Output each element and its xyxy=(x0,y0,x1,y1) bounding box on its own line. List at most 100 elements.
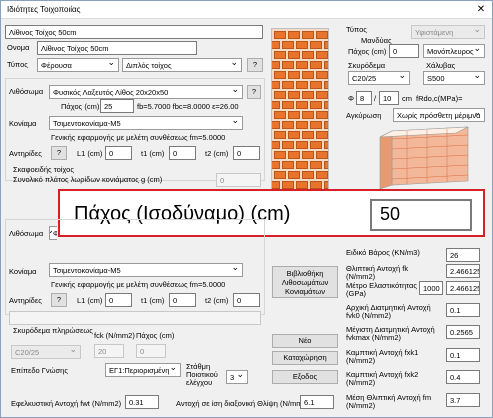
equivalent-thickness-value[interactable]: 50 xyxy=(370,199,472,231)
brick xyxy=(272,121,280,129)
L1-label-1: L1 (cm) xyxy=(77,149,103,158)
t2-label-1: t2 (cm) xyxy=(205,149,229,158)
brick xyxy=(310,41,322,49)
property-value[interactable]: 0.1 xyxy=(446,303,480,317)
mortar-select-2[interactable]: Τσιμεντοκονίαμα-M5 xyxy=(49,263,243,277)
fill-thick-input[interactable]: 0 xyxy=(136,344,166,358)
header-name-display: Λίθινος Τοίχος 50cm xyxy=(5,25,263,39)
control-select[interactable]: 3 xyxy=(226,370,248,384)
save-button[interactable]: Καταχώρηση xyxy=(272,351,338,365)
L1-input-1[interactable]: 0 xyxy=(105,146,132,160)
brick xyxy=(282,81,294,89)
brick xyxy=(288,131,300,139)
help-button-header[interactable]: ? xyxy=(247,58,263,72)
property-value[interactable]: 2.466125 xyxy=(446,264,480,278)
brick xyxy=(274,151,286,159)
brick xyxy=(324,81,328,89)
brick xyxy=(274,111,286,119)
brick xyxy=(274,171,286,179)
joints-input[interactable]: 0 xyxy=(216,173,261,187)
brick xyxy=(302,151,314,159)
antirides-label-1: Αντηρίδες xyxy=(9,149,42,158)
brick xyxy=(288,151,300,159)
brick xyxy=(272,141,280,149)
phi-input[interactable]: 8 xyxy=(356,91,372,105)
brick xyxy=(272,81,280,89)
steel-select[interactable]: S500 xyxy=(423,71,485,85)
brick xyxy=(274,91,286,99)
brick xyxy=(310,161,322,169)
rp-type-label: Τύπος xyxy=(346,25,367,34)
lithosoma-label-1: Λιθόσωμα xyxy=(9,87,44,96)
brick xyxy=(316,31,328,39)
close-icon[interactable]: ✕ xyxy=(474,3,488,16)
brick xyxy=(324,41,328,49)
comp-input[interactable]: 6.1 xyxy=(300,395,334,409)
anchor-label: Αγκύρωση xyxy=(346,111,382,120)
property-label: Μέγιστη Διατμητική Αντοχή fvkmax (N/mm2) xyxy=(346,325,435,342)
brick xyxy=(310,141,322,149)
property-value[interactable]: 2.466125 xyxy=(446,281,480,295)
joints-title: Σκαφοειδής τοίχος xyxy=(13,165,74,174)
brick xyxy=(302,51,314,59)
brick xyxy=(310,61,322,69)
rp-type-select[interactable]: Υφιστάμενη xyxy=(411,25,485,39)
fill-concrete-select[interactable]: C20/25 xyxy=(11,345,81,359)
lithosoma-select-2[interactable]: Φυ xyxy=(49,226,57,240)
property-value[interactable]: 0.4 xyxy=(446,370,480,384)
t2-input-1[interactable]: 0 xyxy=(233,146,260,160)
t1-input-2[interactable]: 0 xyxy=(169,293,196,307)
flex-input[interactable]: 0.31 xyxy=(125,395,159,409)
t2-input-2[interactable]: 0 xyxy=(233,293,260,307)
general-text-2: Γενικής εφαρμογής με μελέτη συνθέσεως fm… xyxy=(51,280,226,289)
type-select[interactable]: Φέρουσα xyxy=(37,58,119,72)
thickness-input-1[interactable]: 25 xyxy=(100,99,134,113)
new-button[interactable]: Νέο xyxy=(272,334,338,348)
brick xyxy=(316,111,328,119)
brick xyxy=(272,41,280,49)
L1-label-2: L1 (cm) xyxy=(77,296,103,305)
brick xyxy=(302,111,314,119)
help-button-antirides-2[interactable]: ? xyxy=(51,293,67,307)
brick xyxy=(282,181,294,189)
property-label: Καμπτική Αντοχή fxk2 (N/mm2) xyxy=(346,370,419,387)
exit-button[interactable]: Εξοδος xyxy=(272,370,338,384)
steel-label: Χάλυβας xyxy=(426,61,456,70)
name-input[interactable]: Λίθινος Τοίχος 50cm xyxy=(37,41,197,55)
property-extra-input[interactable]: 1000 xyxy=(419,281,443,295)
name-label: Ονομα xyxy=(7,43,30,52)
property-value[interactable]: 0.2565 xyxy=(446,325,480,339)
property-label: Θλιπτική Αντοχή fk (N/mm2) xyxy=(346,264,409,281)
fill-concrete-title: Σκυρόδεμα πληρώσεως xyxy=(13,326,93,335)
fill-thick-label: Πάχος (cm) xyxy=(136,331,175,340)
fck-input[interactable]: 20 xyxy=(94,344,124,358)
spacing-input[interactable]: 10 xyxy=(379,91,399,105)
property-value[interactable]: 0.1 xyxy=(446,348,480,362)
rp-thick-input[interactable]: 0 xyxy=(389,44,419,58)
brick xyxy=(288,111,300,119)
brick xyxy=(302,71,314,79)
side-select[interactable]: Μονόπλευρος xyxy=(423,44,485,58)
frd-label: fRdo,c(MPa)= xyxy=(416,94,463,103)
property-value[interactable]: 26 xyxy=(446,248,480,262)
brick xyxy=(316,131,328,139)
anchor-select[interactable]: Χωρίς πρόσθετη μέριμνα xyxy=(393,108,485,122)
L1-input-2[interactable]: 0 xyxy=(105,293,132,307)
brick xyxy=(302,131,314,139)
mortar-select-1[interactable]: Τσιμεντοκονίαμα-M5 xyxy=(49,116,243,130)
library-button[interactable]: Βιβλιοθήκη Λιθοσωμάτων Κονιαμάτων xyxy=(272,266,338,298)
knowledge-select[interactable]: ΕΓ1:Περιορισμένη xyxy=(105,363,181,377)
wall-jacket-3d-icon xyxy=(379,126,469,189)
brick xyxy=(296,61,308,69)
lithosoma-select-1[interactable]: Φυσικός Λαξευτός Λίθος 20x20x50 xyxy=(49,85,243,99)
property-value[interactable]: 3.7 xyxy=(446,393,480,407)
brick xyxy=(272,61,280,69)
help-button-antirides-1[interactable]: ? xyxy=(51,146,67,160)
t1-input-1[interactable]: 0 xyxy=(169,146,196,160)
subtype-select[interactable]: Διπλός τοίχος xyxy=(122,58,242,72)
help-button-lithosoma-1[interactable]: ? xyxy=(247,85,261,99)
concrete-select[interactable]: C20/25 xyxy=(348,71,410,85)
comp-label: Αντοχή σε ίση διαξονική Θλίψη (N/mm2) xyxy=(176,399,310,408)
brick xyxy=(324,161,328,169)
mandyas-label: Μανδύας xyxy=(361,36,392,45)
